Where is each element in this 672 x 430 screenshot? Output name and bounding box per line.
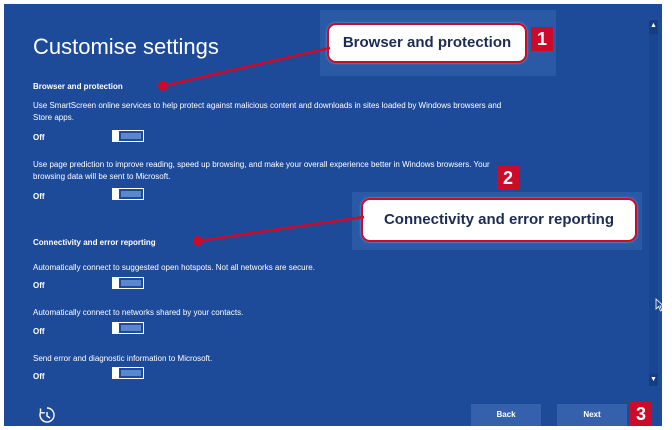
callout-connector-lines [158, 46, 365, 246]
connector-dot-1 [158, 81, 168, 91]
connector-line-2 [197, 215, 365, 243]
connector-line-1 [162, 46, 331, 88]
connector-dot-2 [193, 236, 203, 246]
